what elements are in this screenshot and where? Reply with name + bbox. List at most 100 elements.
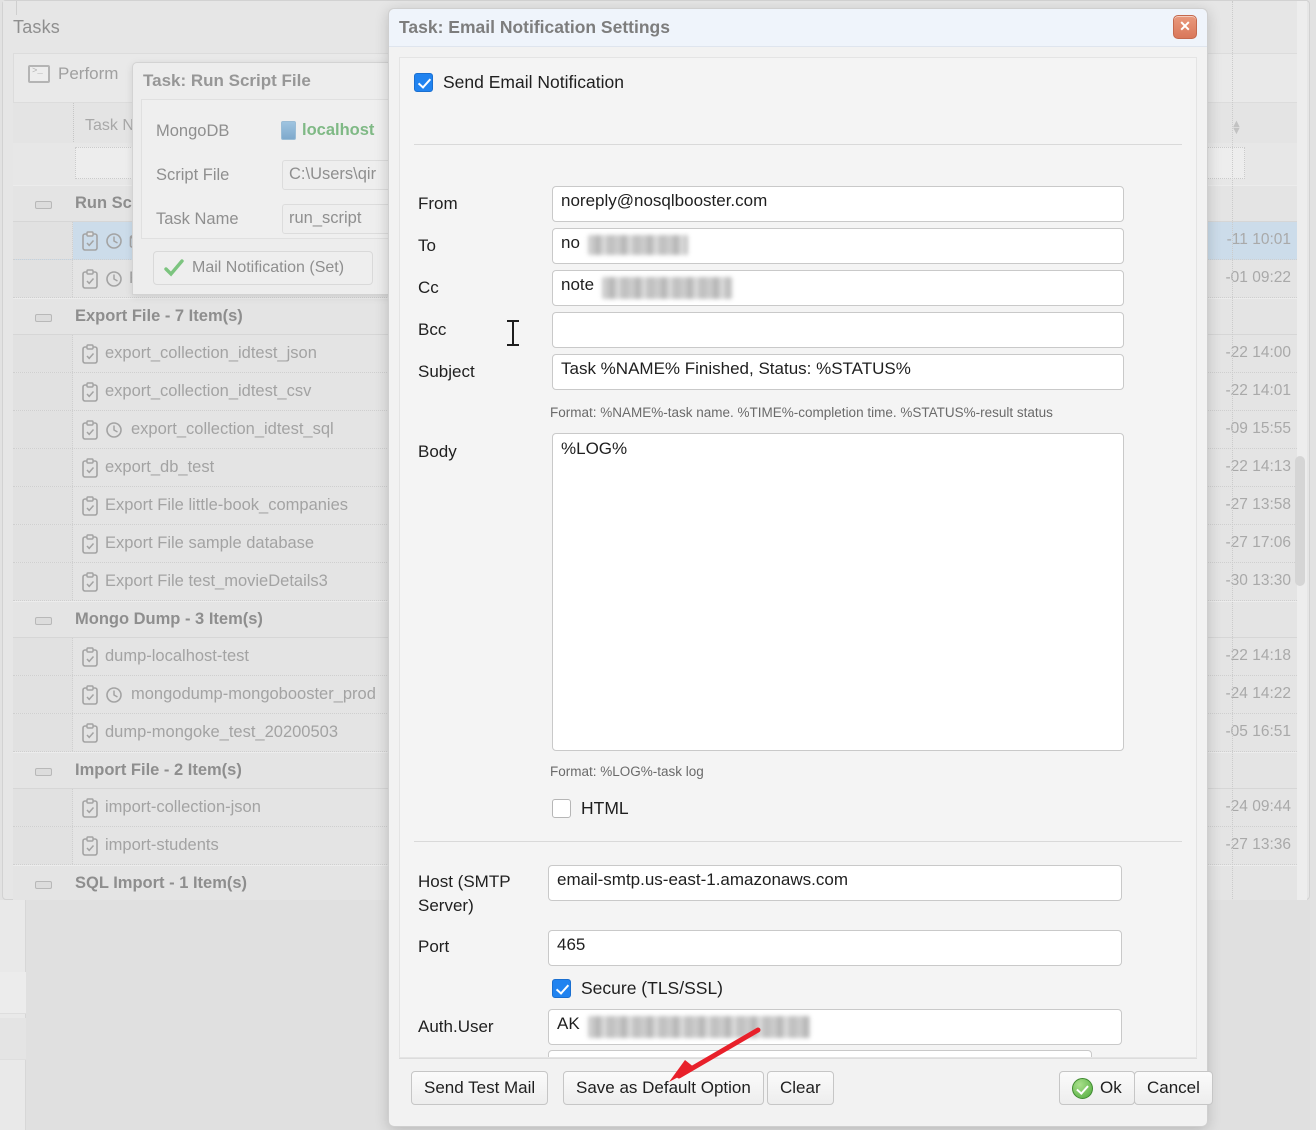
task-name-label: export_collection_idtest_sql — [131, 420, 334, 438]
from-input[interactable]: noreply@nosqlbooster.com — [552, 186, 1124, 222]
mail-notification-button[interactable]: Mail Notification (Set) — [153, 251, 373, 285]
auth-user-label: Auth.User — [418, 1017, 494, 1036]
save-as-default-option-button[interactable]: Save as Default Option — [563, 1071, 764, 1105]
email-notification-settings-dialog: Task: Email Notification Settings Send E… — [388, 8, 1213, 1127]
task-name-label: Export File test_movieDetails3 — [105, 572, 328, 590]
to-input[interactable]: no — [552, 228, 1124, 264]
clipboard-icon — [81, 420, 99, 440]
task-modified-date: -09 15:55 — [1225, 420, 1292, 437]
clipboard-icon — [81, 572, 99, 592]
body-textarea[interactable]: %LOG% — [552, 433, 1124, 751]
html-checkbox-row[interactable]: HTML — [552, 798, 629, 819]
collapse-toggle-icon[interactable] — [35, 314, 52, 322]
task-modified-date: -22 14:00 — [1225, 344, 1292, 361]
html-checkbox[interactable] — [552, 799, 571, 818]
rail-button-more[interactable] — [0, 1018, 26, 1060]
task-name-label: Export File sample database — [105, 534, 315, 552]
auth-password-input[interactable]: ••••••••••••••••••••••••••••••••••••••••… — [548, 1050, 1092, 1057]
collapse-toggle-icon[interactable] — [35, 881, 52, 889]
row-gutter — [13, 525, 73, 562]
rail-button-tasks[interactable] — [0, 972, 26, 1014]
send-test-mail-button[interactable]: Send Test Mail — [411, 1071, 549, 1105]
task-name-label: import-students — [105, 836, 219, 854]
bcc-input[interactable] — [552, 312, 1124, 348]
vertical-scrollbar[interactable] — [1295, 1, 1307, 901]
clipboard-icon — [81, 458, 99, 478]
auth-user-input[interactable]: AK — [548, 1009, 1122, 1045]
task-name-label: export_collection_idtest_json — [105, 344, 317, 362]
send-email-notification-checkbox[interactable] — [414, 73, 433, 92]
script-file-input[interactable]: C:\Users\qir — [282, 160, 393, 190]
clock-icon — [105, 231, 123, 251]
task-modified-date: -11 10:01 — [1226, 231, 1291, 248]
task-name-label: export_collection_idtest_csv — [105, 382, 312, 400]
row-gutter — [13, 638, 73, 675]
clipboard-icon — [81, 836, 99, 856]
bcc-label: Bcc — [418, 320, 447, 339]
dialog-titlebar: Task: Email Notification Settings — [389, 9, 1207, 47]
task-modified-date: -27 13:58 — [1225, 496, 1292, 513]
task-name-label: dump-localhost-test — [105, 647, 249, 665]
row-gutter — [13, 222, 73, 259]
mongodb-connection-value[interactable]: localhost — [281, 121, 374, 140]
run-script-file-dialog: Task: Run Script File MongoDB Script Fil… — [132, 62, 394, 295]
group-label: Run Scr — [75, 194, 139, 212]
dialog-title: Task: Email Notification Settings — [399, 17, 670, 37]
send-email-notification-row[interactable]: Send Email Notification — [414, 72, 624, 93]
row-gutter — [13, 827, 73, 864]
dialog-footer: Send Test Mail Save as Default Option Cl… — [399, 1058, 1213, 1116]
clipboard-icon — [81, 647, 99, 667]
clock-icon — [105, 420, 123, 440]
close-icon[interactable] — [1173, 15, 1197, 39]
collapse-toggle-icon[interactable] — [35, 201, 52, 209]
port-label: Port — [418, 937, 450, 956]
mongodb-label: MongoDB — [156, 122, 230, 140]
row-gutter — [13, 373, 73, 410]
task-name-label: export_db_test — [105, 458, 215, 476]
cc-label: Cc — [418, 278, 439, 297]
secure-checkbox-row[interactable]: Secure (TLS/SSL) — [552, 978, 723, 999]
clipboard-icon — [81, 496, 99, 516]
green-check-icon — [164, 259, 184, 277]
clipboard-icon — [81, 534, 99, 554]
text-cursor-icon — [507, 320, 519, 346]
scrollbar-thumb[interactable] — [1295, 456, 1305, 586]
sort-arrows-icon[interactable]: ▲ ▼ — [1231, 119, 1247, 137]
clipboard-icon — [81, 798, 99, 818]
perform-button[interactable]: Perform — [28, 64, 118, 84]
subject-label: Subject — [418, 362, 475, 381]
cancel-button[interactable]: Cancel — [1134, 1071, 1213, 1105]
body-format-hint: Format: %LOG%-task log — [550, 764, 704, 779]
task-name-label: mongodump-mongobooster_prod — [131, 685, 376, 703]
host-input[interactable]: email-smtp.us-east-1.amazonaws.com — [548, 865, 1122, 901]
group-label: Export File - 7 Item(s) — [75, 307, 243, 325]
cc-input[interactable]: note — [552, 270, 1124, 306]
ok-button-label: Ok — [1100, 1078, 1122, 1097]
dialog-body: Send Email Notification From noreply@nos… — [399, 57, 1197, 1058]
task-modified-date: -22 14:18 — [1225, 647, 1292, 664]
body-label: Body — [418, 442, 457, 461]
row-gutter — [13, 335, 73, 372]
task-name-label: Task Name — [156, 210, 239, 228]
group-label: SQL Import - 1 Item(s) — [75, 874, 248, 892]
mongodb-host-label: localhost — [302, 121, 375, 139]
task-modified-date: -22 14:01 — [1225, 382, 1292, 399]
clipboard-icon — [81, 685, 99, 705]
ok-button[interactable]: Ok — [1059, 1071, 1135, 1105]
group-label: Import File - 2 Item(s) — [75, 761, 242, 779]
clear-button[interactable]: Clear — [767, 1071, 834, 1105]
subject-input[interactable]: Task %NAME% Finished, Status: %STATUS% — [552, 354, 1124, 390]
task-modified-date: -22 14:13 — [1225, 458, 1292, 475]
task-modified-date: -24 09:44 — [1225, 798, 1292, 815]
task-name-label: Export File little-book_companies — [105, 496, 349, 514]
clipboard-icon — [81, 231, 99, 251]
collapse-toggle-icon[interactable] — [35, 768, 52, 776]
task-name-input[interactable]: run_script — [282, 204, 393, 234]
port-input[interactable]: 465 — [548, 930, 1122, 966]
secure-checkbox[interactable] — [552, 979, 571, 998]
collapse-toggle-icon[interactable] — [35, 617, 52, 625]
divider-top — [414, 144, 1182, 145]
task-modified-date: -24 14:22 — [1225, 685, 1292, 702]
green-check-icon — [1072, 1077, 1093, 1099]
mail-notification-label: Mail Notification (Set) — [192, 259, 345, 276]
